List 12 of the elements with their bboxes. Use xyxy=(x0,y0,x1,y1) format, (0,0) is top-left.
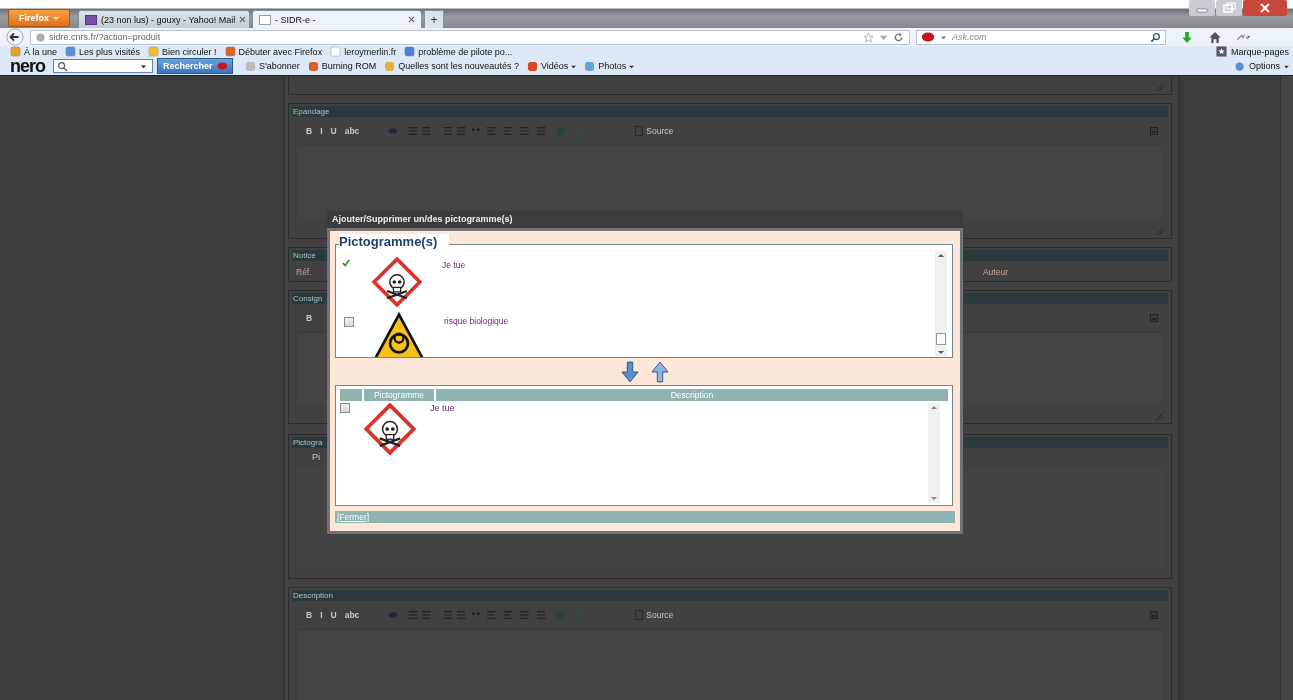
table-cell: Je tue xyxy=(430,403,455,413)
pictogram-label: Je tue xyxy=(442,260,466,270)
pictogram-label: risque biologique xyxy=(444,316,509,326)
column-header: Réf. xyxy=(296,267,312,277)
section-header: Epandage xyxy=(292,106,1168,117)
section-header: Description xyxy=(292,590,1168,601)
column-header: Pi xyxy=(312,452,320,462)
fieldset-legend: Pictogramme(s) xyxy=(339,234,450,249)
column-header: Description xyxy=(436,389,948,401)
nero-logo: nero xyxy=(10,57,45,75)
column-header: Auteur xyxy=(982,267,1008,277)
column-header: Pictogramme xyxy=(364,389,434,401)
